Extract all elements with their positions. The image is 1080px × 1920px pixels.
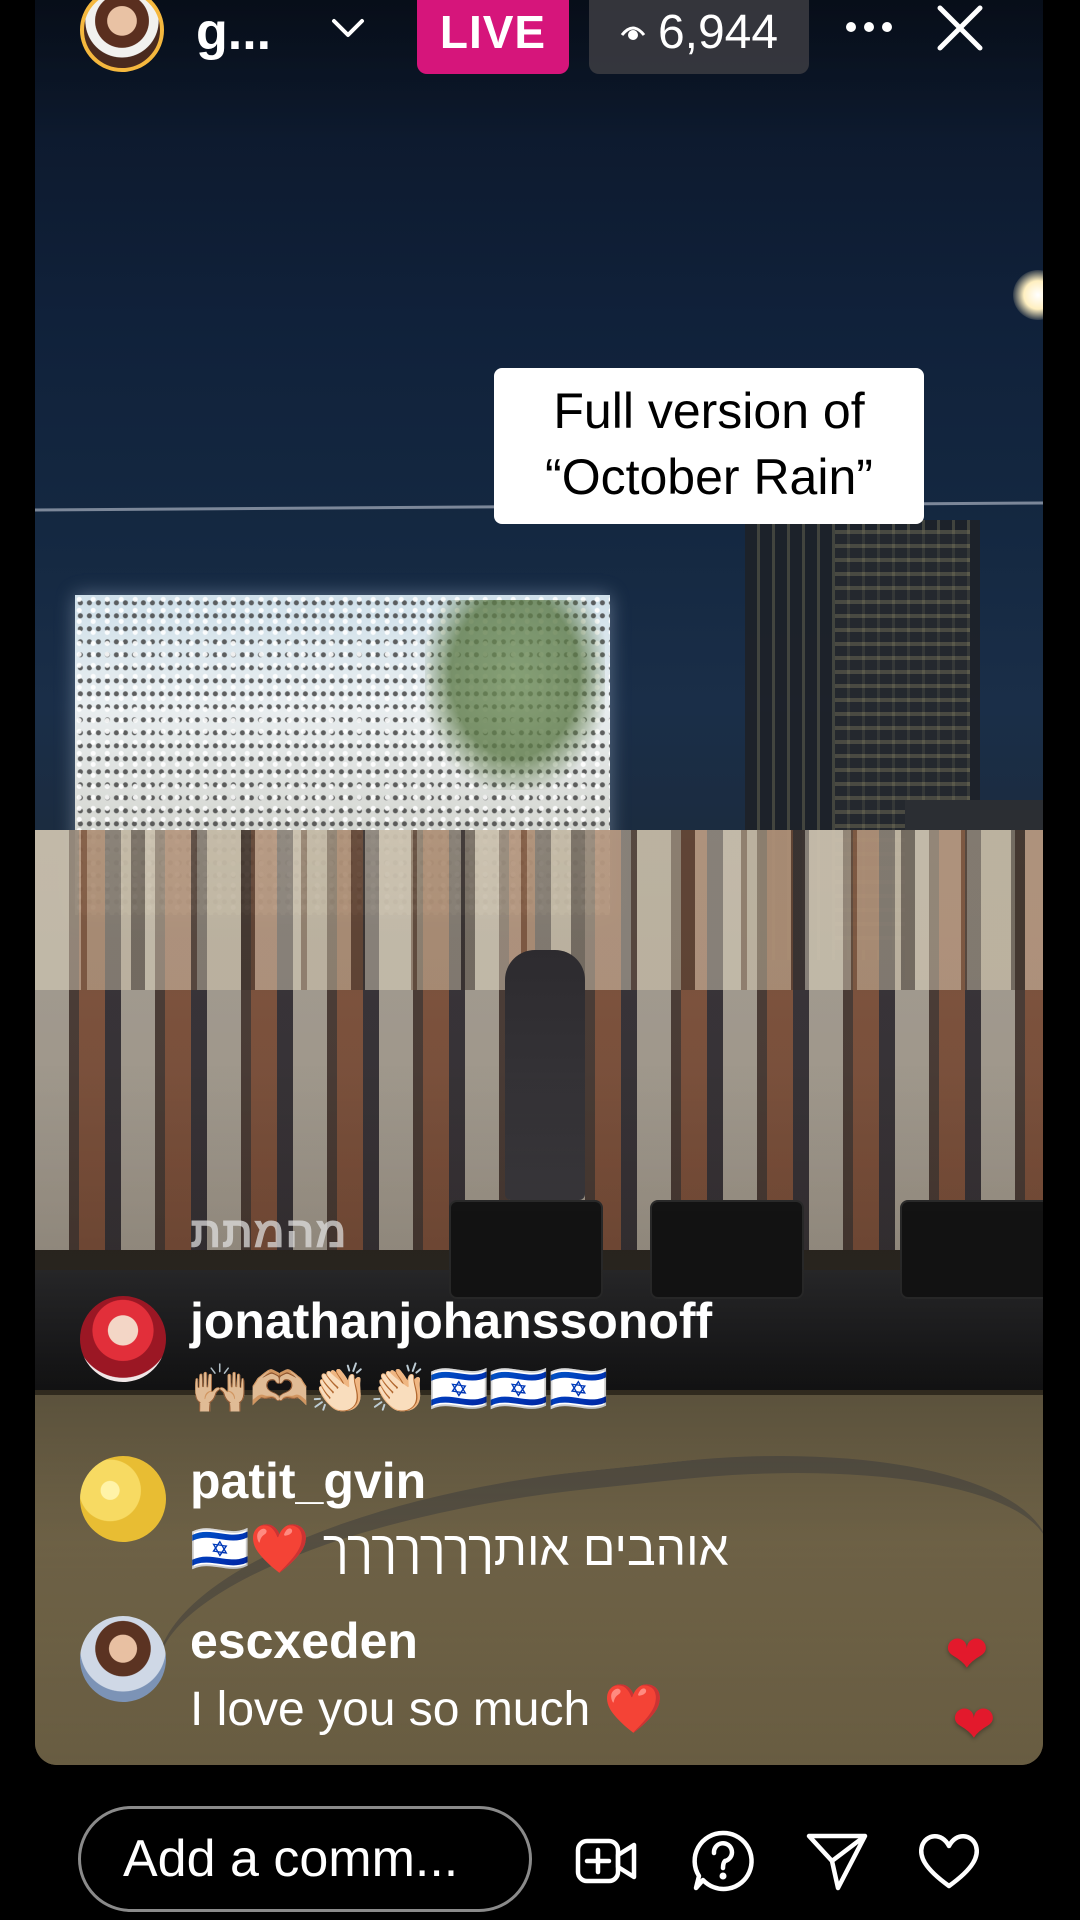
comment-item[interactable]: jonathanjohanssonoff 🙌🏼🫶🏼👏🏻👏🏻🇮🇱🇮🇱🇮🇱 [80,1293,960,1436]
more-options-icon[interactable] [843,12,895,42]
comment-text: 🇮🇱❤️ אוהבים אותךךךךךךך [190,1520,729,1577]
floating-heart-icon: ❤ [945,1626,989,1684]
comment-username[interactable]: jonathanjohanssonoff [190,1292,712,1350]
send-icon[interactable] [804,1828,870,1894]
add-comment-input[interactable]: Add a comm... [78,1806,532,1912]
comment-text: 🙌🏼🫶🏼👏🏻👏🏻🇮🇱🇮🇱🇮🇱 [190,1363,609,1416]
comment-username[interactable]: escxeden [190,1612,418,1670]
video-overlay-label: מהמתת [190,1208,347,1257]
comment-message: I love you so much [190,1683,591,1736]
heart-icon[interactable] [916,1828,982,1894]
comment-placeholder: Add a comm... [123,1830,459,1888]
caption-line-1: Full version of [553,383,865,439]
comment-item[interactable]: patit_gvin 🇮🇱❤️ אוהבים אותךךךךךךך [80,1453,960,1596]
comment-username[interactable]: patit_gvin [190,1452,426,1510]
live-badge: LIVE [417,0,569,74]
commenter-avatar[interactable] [80,1456,166,1542]
comment-message: אוהבים אותךךךךךךך [322,1523,729,1576]
viewer-count: 6,944 [657,5,779,59]
eye-icon [620,26,646,40]
question-icon[interactable] [690,1828,756,1894]
caption-line-2: “October Rain” [545,449,873,505]
commenter-avatar[interactable] [80,1616,166,1702]
comment-emoji: 🇮🇱❤️ [190,1523,310,1576]
host-name[interactable]: g... [196,2,271,62]
viewer-count-badge[interactable]: 6,944 [589,0,809,74]
floating-heart-icon: ❤ [952,1696,996,1754]
commenter-avatar[interactable] [80,1296,166,1382]
chevron-down-icon[interactable] [330,10,366,46]
comment-emoji: ❤️ [603,1683,664,1736]
comment-text: I love you so much ❤️ [190,1680,663,1737]
comment-item[interactable]: escxeden I love you so much ❤️ [80,1613,960,1756]
close-icon[interactable] [935,3,985,53]
add-video-icon[interactable] [574,1828,640,1894]
video-caption: Full version of “October Rain” [494,368,924,524]
